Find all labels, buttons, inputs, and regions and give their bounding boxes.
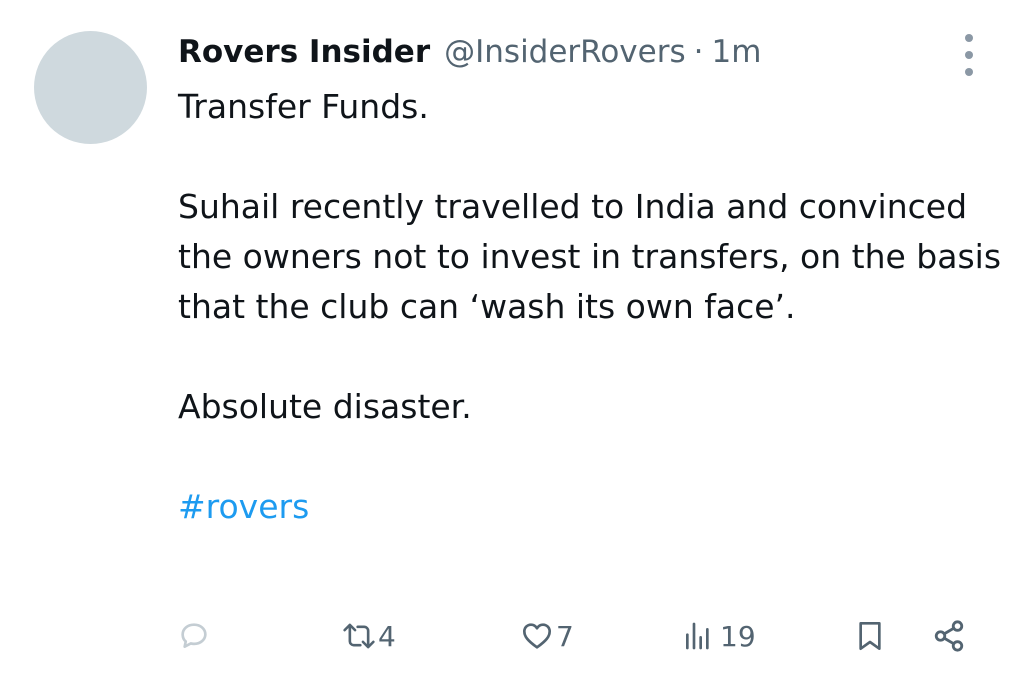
tweet-paragraph: Transfer Funds.: [178, 87, 429, 126]
more-vertical-icon: [965, 34, 973, 42]
share-icon: [934, 620, 964, 652]
more-dot: [965, 68, 973, 76]
views-count: 19: [720, 619, 756, 653]
reply-button[interactable]: [178, 612, 212, 660]
reply-icon: [181, 623, 207, 648]
views-icon: [686, 622, 709, 650]
share-button[interactable]: [932, 612, 966, 660]
heart-icon: [523, 623, 551, 649]
like-button[interactable]: 7: [520, 612, 574, 660]
tweet-paragraph: Suhail recently travelled to India and c…: [178, 187, 1002, 326]
retweet-icon: [343, 623, 375, 649]
like-count: 7: [556, 619, 574, 653]
bookmark-button[interactable]: [854, 612, 886, 660]
retweet-count: 4: [378, 619, 396, 653]
user-handle[interactable]: @InsiderRovers: [444, 29, 685, 75]
header-separator: ·: [693, 34, 704, 70]
retweet-button[interactable]: 4: [342, 612, 396, 660]
more-options-button[interactable]: [952, 34, 986, 76]
tweet-paragraph: Absolute disaster.: [178, 387, 472, 426]
views-button[interactable]: 19: [682, 612, 756, 660]
tweet-text: Transfer Funds. Suhail recently travelle…: [178, 82, 1008, 532]
more-dot: [965, 51, 973, 59]
display-name[interactable]: Rovers Insider: [178, 29, 430, 75]
tweet-header: Rovers Insider @InsiderRovers · 1m: [178, 29, 761, 75]
action-bar: 4 7 19: [178, 612, 978, 660]
bookmark-icon: [859, 622, 881, 650]
tweet-timestamp[interactable]: 1m: [711, 29, 761, 75]
hashtag-link[interactable]: #rovers: [178, 487, 309, 526]
avatar[interactable]: [34, 31, 147, 144]
